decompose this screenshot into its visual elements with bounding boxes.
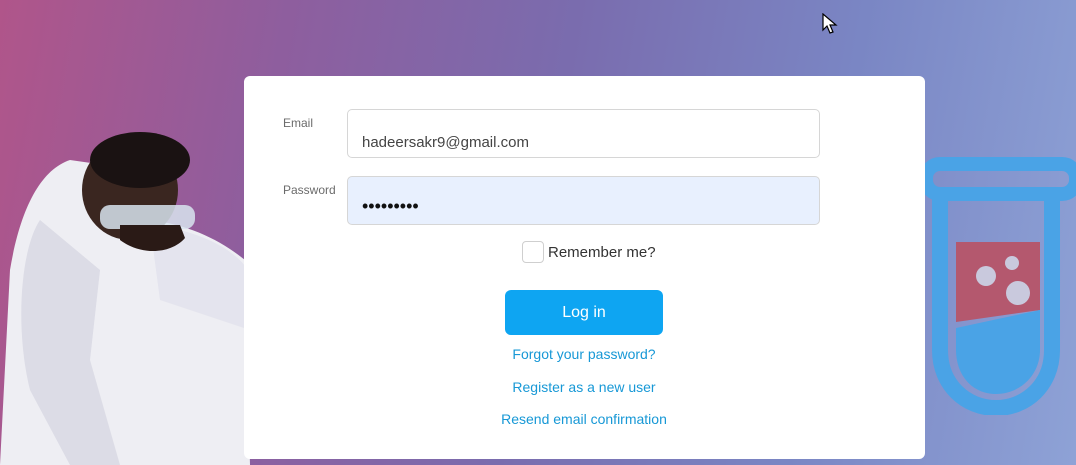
register-link[interactable]: Register as a new user xyxy=(512,379,655,395)
login-button[interactable]: Log in xyxy=(505,290,663,335)
email-label: Email xyxy=(283,116,314,130)
resend-confirmation-link[interactable]: Resend email confirmation xyxy=(501,411,667,427)
remember-label: Remember me? xyxy=(548,243,656,261)
mouse-cursor-icon xyxy=(822,13,838,34)
login-card: Email hadeersakr9@gmail.com Password •••… xyxy=(244,76,925,459)
forgot-password-link[interactable]: Forgot your password? xyxy=(512,346,655,362)
email-field[interactable]: hadeersakr9@gmail.com xyxy=(347,109,820,158)
password-label: Password xyxy=(283,183,336,197)
remember-checkbox[interactable] xyxy=(522,241,544,263)
test-tube-icon xyxy=(919,157,1076,415)
password-field[interactable]: ••••••••• xyxy=(347,176,820,225)
remember-me[interactable]: Remember me? xyxy=(522,241,656,263)
scientist-image xyxy=(0,132,250,465)
